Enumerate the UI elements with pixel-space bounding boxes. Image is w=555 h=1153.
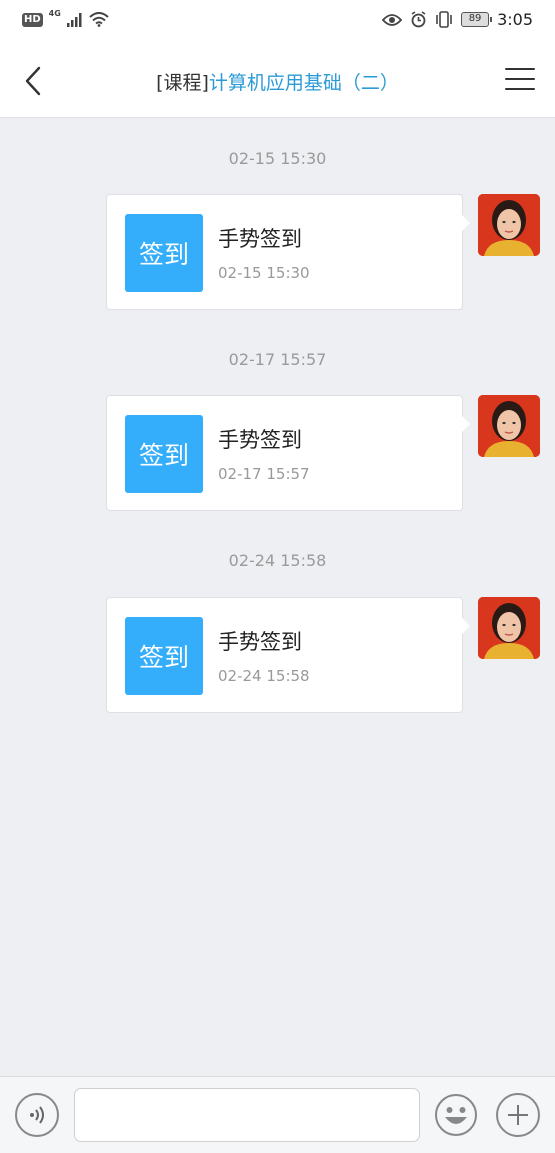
message-row: 签到 手势签到 02-24 15:58 bbox=[0, 597, 555, 713]
network-type-label: 4G bbox=[48, 9, 61, 18]
title-prefix: [课程] bbox=[156, 72, 209, 94]
battery-icon: 89 bbox=[461, 12, 493, 27]
eye-icon bbox=[382, 13, 403, 26]
status-right: 89 3:05 bbox=[382, 10, 533, 29]
message-timestamp: 02-24 15:58 bbox=[228, 551, 327, 570]
page-title: [课程]计算机应用基础（二） bbox=[70, 68, 485, 95]
back-icon bbox=[25, 66, 41, 96]
course-title: 计算机应用基础（二） bbox=[208, 72, 399, 94]
checkin-message-card[interactable]: 签到 手势签到 02-24 15:58 bbox=[106, 597, 470, 713]
message-timestamp: 02-17 15:57 bbox=[228, 350, 327, 369]
status-left: HD 4G bbox=[22, 9, 109, 27]
message-input[interactable] bbox=[74, 1088, 420, 1142]
checkin-title: 手势签到 bbox=[218, 428, 302, 452]
emoji-button[interactable] bbox=[434, 1093, 478, 1137]
alarm-icon bbox=[411, 11, 426, 28]
message-row: 签到 手势签到 02-15 15:30 bbox=[0, 194, 555, 310]
menu-icon bbox=[505, 68, 535, 90]
status-time: 3:05 bbox=[497, 10, 533, 29]
voice-icon bbox=[30, 1106, 44, 1124]
avatar[interactable] bbox=[478, 194, 540, 256]
checkin-title: 手势签到 bbox=[218, 630, 302, 654]
message-row: 签到 手势签到 02-17 15:57 bbox=[0, 395, 555, 511]
menu-button[interactable] bbox=[505, 68, 535, 94]
checkin-time: 02-17 15:57 bbox=[218, 465, 310, 483]
back-button[interactable] bbox=[18, 64, 48, 98]
checkin-title: 手势签到 bbox=[218, 227, 302, 251]
checkin-icon: 签到 bbox=[125, 415, 203, 493]
checkin-icon: 签到 bbox=[125, 617, 203, 695]
checkin-message-card[interactable]: 签到 手势签到 02-17 15:57 bbox=[106, 395, 470, 511]
voice-button[interactable] bbox=[15, 1093, 59, 1137]
hd-icon: HD bbox=[22, 12, 43, 27]
status-bar: HD 4G 89 3:05 bbox=[0, 0, 555, 44]
avatar[interactable] bbox=[478, 395, 540, 457]
plus-button[interactable] bbox=[496, 1093, 540, 1137]
checkin-message-card[interactable]: 签到 手势签到 02-15 15:30 bbox=[106, 194, 470, 310]
top-nav-bar: [课程]计算机应用基础（二） bbox=[0, 44, 555, 118]
vibrate-icon bbox=[436, 11, 452, 28]
message-timestamp: 02-15 15:30 bbox=[228, 149, 327, 168]
signal-icon bbox=[66, 12, 82, 27]
checkin-icon: 签到 bbox=[125, 214, 203, 292]
avatar[interactable] bbox=[478, 597, 540, 659]
wifi-icon bbox=[89, 12, 109, 27]
chat-input-bar bbox=[0, 1076, 555, 1153]
emoji-icon bbox=[435, 1094, 477, 1136]
checkin-time: 02-15 15:30 bbox=[218, 264, 310, 282]
checkin-time: 02-24 15:58 bbox=[218, 667, 310, 685]
